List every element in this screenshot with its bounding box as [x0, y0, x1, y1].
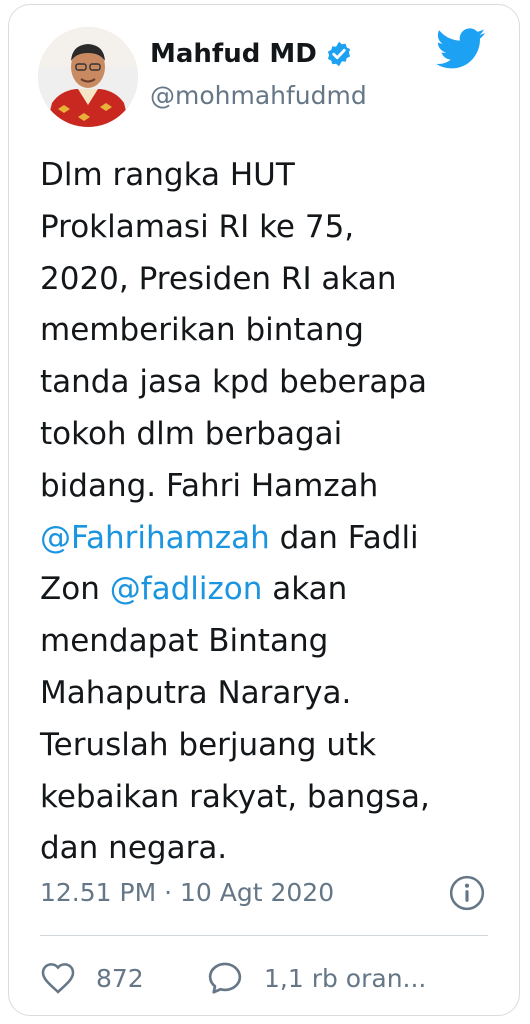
- tweet-line: tokoh dlm berbagai: [40, 409, 490, 461]
- tweet-line: memberikan bintang: [40, 305, 490, 357]
- avatar[interactable]: [38, 27, 138, 127]
- tweet-text-segment: mendapat Bintang: [40, 623, 329, 660]
- user-handle[interactable]: @mohmahfudmd: [150, 80, 367, 112]
- display-name-row[interactable]: Mahfud MD: [150, 38, 353, 70]
- divider: [40, 935, 488, 936]
- tweet-actions: 872 1,1 rb oran...: [40, 957, 490, 999]
- display-name[interactable]: Mahfud MD: [150, 38, 317, 70]
- tweet-line: Dlm rangka HUT: [40, 150, 490, 202]
- avatar-photo: [38, 27, 138, 127]
- tweet-text-segment: Mahaputra Nararya.: [40, 674, 352, 711]
- tweet-text-segment: tanda jasa kpd beberapa: [40, 364, 428, 401]
- tweet-timestamp[interactable]: 12.51 PM · 10 Agt 2020: [40, 875, 334, 911]
- mention-link[interactable]: @Fahrihamzah: [40, 520, 270, 556]
- tweet-text-segment: 2020, Presiden RI akan: [40, 260, 397, 297]
- tweet-text-segment: dan negara.: [40, 830, 228, 867]
- tweet-text-segment: kebaikan rakyat, bangsa,: [40, 778, 430, 815]
- tweet-line: Teruslah berjuang utk: [40, 720, 490, 772]
- tweet-line: Proklamasi RI ke 75,: [40, 202, 490, 254]
- tweet-text: Dlm rangka HUT Proklamasi RI ke 75, 2020, …: [40, 150, 490, 875]
- speech-bubble-icon: [208, 962, 242, 994]
- tweet-line: Mahaputra Nararya.: [40, 668, 490, 720]
- tweet-text-segment: Zon: [40, 571, 110, 608]
- info-icon[interactable]: [448, 874, 486, 912]
- twitter-bird-icon[interactable]: [436, 28, 486, 70]
- reply-count: 1,1 rb oran...: [264, 963, 427, 993]
- reply-button[interactable]: 1,1 rb oran...: [206, 957, 426, 999]
- tweet-text-segment: dan Fadli: [269, 519, 419, 556]
- tweet-line: mendapat Bintang: [40, 616, 490, 668]
- tweet-text-segment: Proklamasi RI ke 75,: [40, 208, 355, 245]
- tweet-text-segment: bidang. Fahri Hamzah: [40, 467, 379, 504]
- tweet-text-segment: memberikan bintang: [40, 312, 364, 349]
- tweet-text-segment: tokoh dlm berbagai: [40, 415, 343, 452]
- tweet-text-segment: Teruslah berjuang utk: [40, 726, 377, 763]
- mention-link[interactable]: @fadlizon: [110, 571, 263, 607]
- tweet-line: dan negara.: [40, 823, 490, 875]
- verified-badge-icon: [327, 41, 350, 67]
- tweet-line: tanda jasa kpd beberapa: [40, 357, 490, 409]
- tweet-line: kebaikan rakyat, bangsa,: [40, 772, 490, 824]
- tweet-line: Zon @fadlizon akan: [40, 564, 490, 616]
- like-count: 872: [96, 963, 144, 993]
- tweet-text-segment: akan: [262, 571, 348, 608]
- heart-icon: [41, 963, 75, 994]
- tweet-line: 2020, Presiden RI akan: [40, 254, 490, 306]
- tweet-line: @Fahrihamzah dan Fadli: [40, 513, 490, 565]
- like-button[interactable]: 872: [40, 957, 144, 999]
- tweet-line: bidang. Fahri Hamzah: [40, 461, 490, 513]
- tweet-text-segment: Dlm rangka HUT: [40, 157, 295, 193]
